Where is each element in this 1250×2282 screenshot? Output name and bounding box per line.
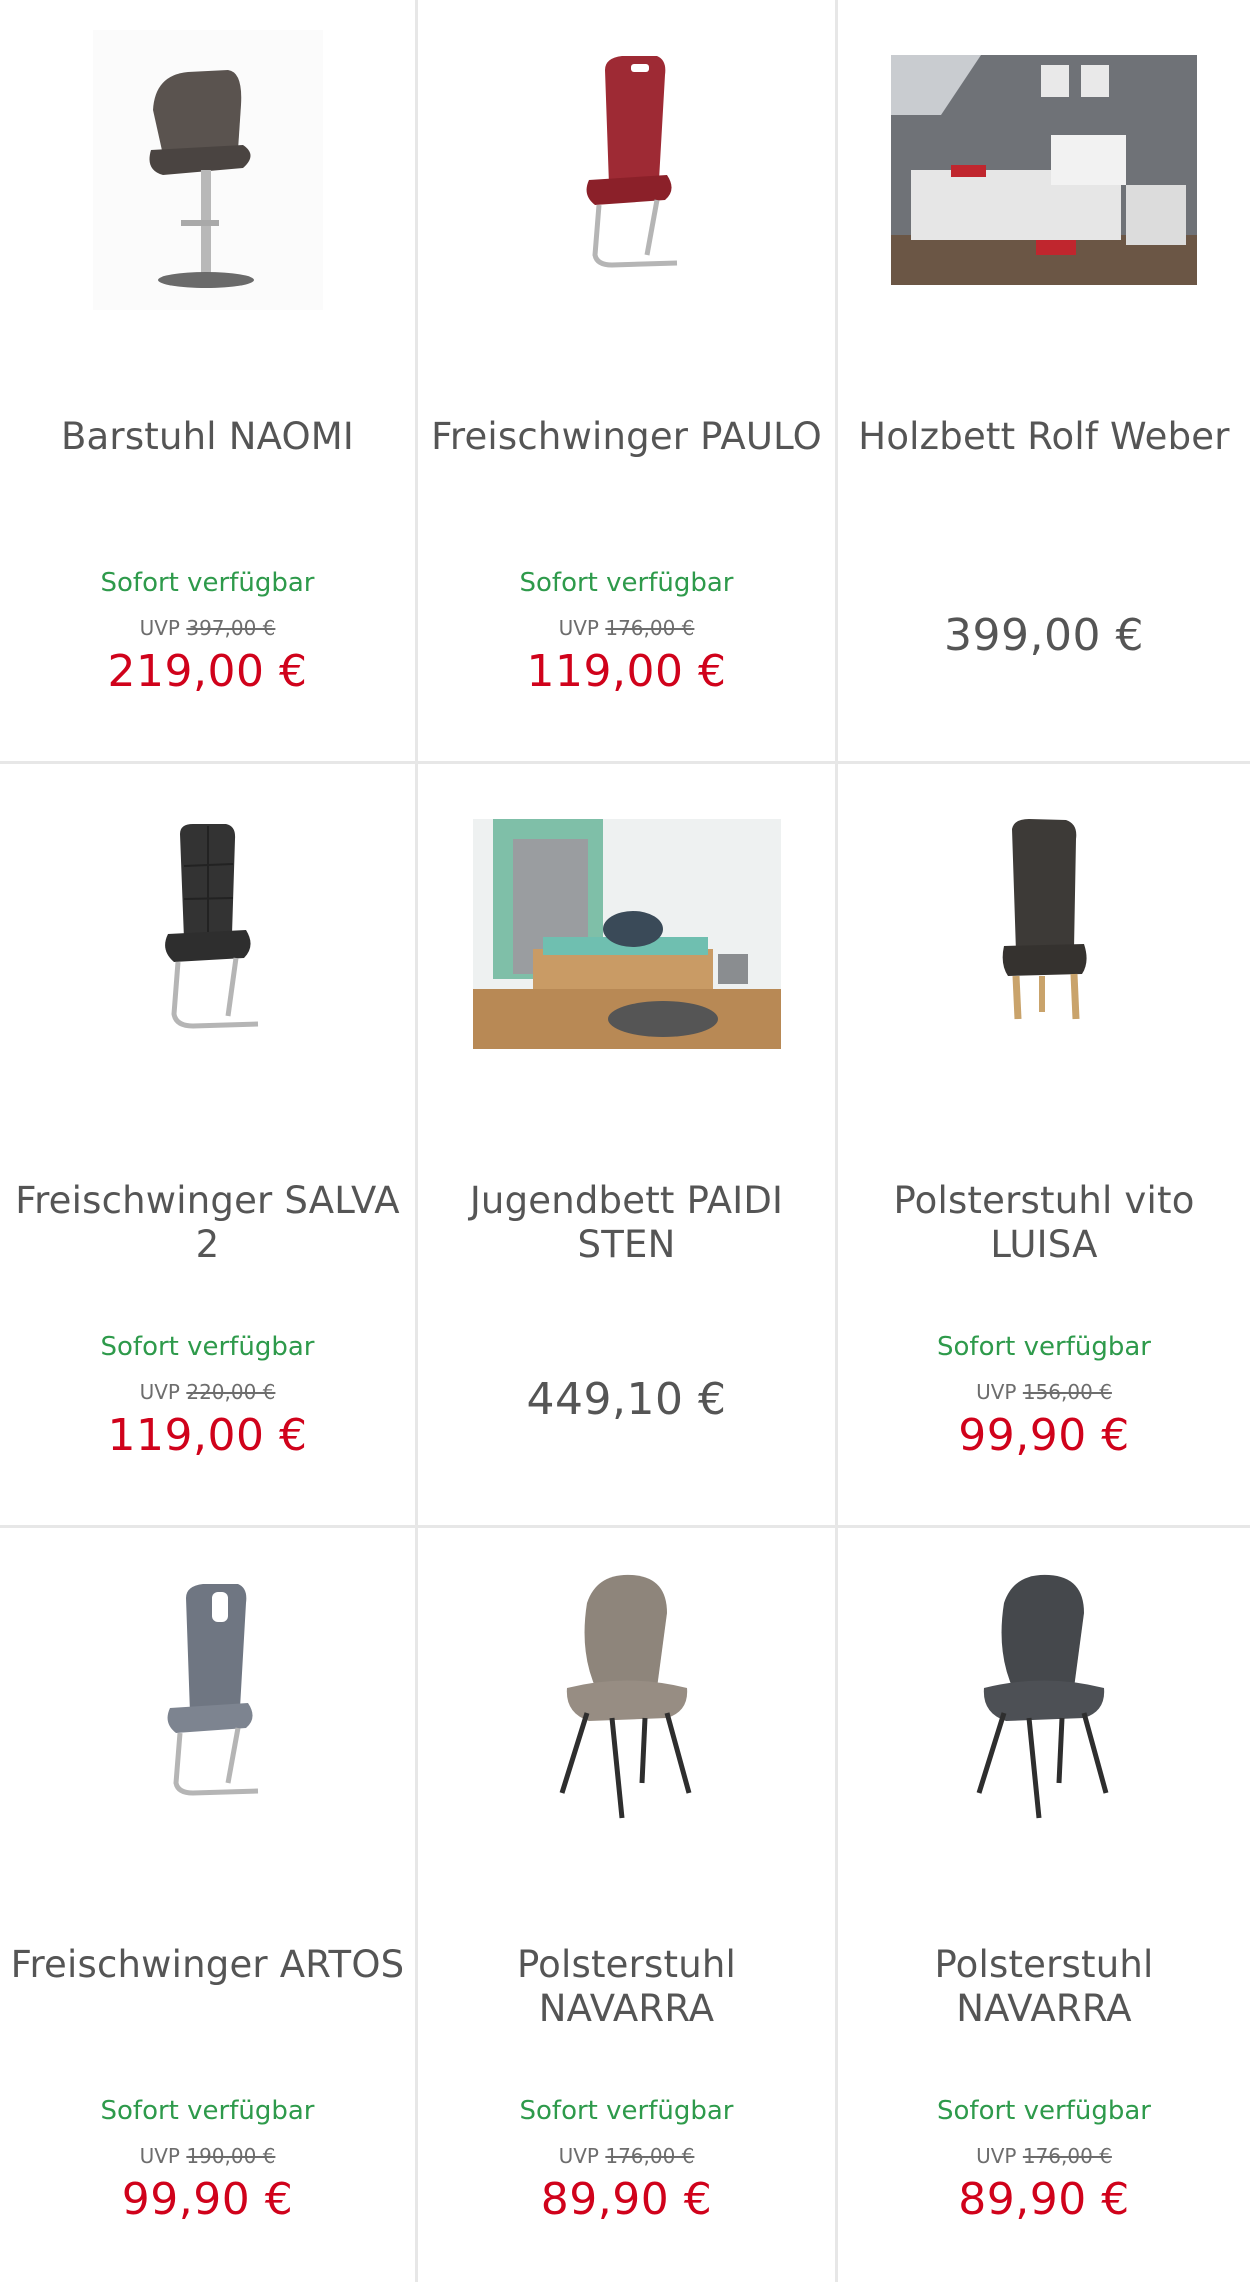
product-title[interactable]: Jugendbett PAIDI STEN [428, 1179, 825, 1267]
high-back-upholstered-chair-image [1002, 819, 1087, 1020]
sale-price: 119,00 € [526, 646, 727, 697]
sale-price: 99,90 € [121, 2174, 294, 2225]
availability-status: Sofort verfügbar [100, 2096, 315, 2126]
product-card[interactable]: Freischwinger PAULO Sofort verfügbar UVP… [418, 0, 838, 764]
product-title[interactable]: Freischwinger ARTOS [10, 1943, 405, 1987]
sale-price: 99,90 € [958, 1410, 1130, 1461]
product-image[interactable] [838, 804, 1250, 1064]
uvp-price: UVP 397,00 € [139, 616, 276, 640]
taupe-upholstered-chair-image [559, 1574, 691, 1819]
product-title[interactable]: Freischwinger PAULO [428, 415, 825, 459]
product-title[interactable]: Barstuhl NAOMI [10, 415, 405, 459]
product-title[interactable]: Polsterstuhl NAVARRA [848, 1943, 1240, 2031]
product-title[interactable]: Polsterstuhl vito LUISA [848, 1179, 1240, 1267]
sale-price: 89,90 € [958, 2174, 1130, 2225]
availability-status: Sofort verfügbar [937, 2096, 1151, 2126]
availability-status: Sofort verfügbar [519, 568, 734, 598]
availability-status: Sofort verfügbar [100, 568, 315, 598]
product-card[interactable]: Freischwinger SALVA 2 Sofort verfügbar U… [0, 764, 418, 1528]
price: 399,00 € [944, 610, 1144, 661]
product-title[interactable]: Polsterstuhl NAVARRA [428, 1943, 825, 2031]
uvp-price: UVP 156,00 € [976, 1380, 1112, 1404]
uvp-price: UVP 190,00 € [139, 2144, 276, 2168]
product-card[interactable]: Holzbett Rolf Weber 399,00 € [838, 0, 1250, 764]
product-card[interactable]: Freischwinger ARTOS Sofort verfügbar UVP… [0, 1528, 418, 2282]
red-cantilever-chair-image [586, 56, 677, 268]
product-image[interactable] [838, 40, 1250, 300]
uvp-price: UVP 176,00 € [558, 616, 695, 640]
youth-bedroom-photo-image [472, 819, 781, 1049]
uvp-price: UVP 176,00 € [976, 2144, 1112, 2168]
product-card[interactable]: Polsterstuhl vito LUISA Sofort verfügbar… [838, 764, 1250, 1528]
product-card[interactable]: Barstuhl NAOMI Sofort verfügbar UVP 397,… [0, 0, 418, 764]
product-title[interactable]: Freischwinger SALVA 2 [10, 1179, 405, 1267]
black-cantilever-chair-image [164, 824, 258, 1029]
sale-price: 119,00 € [107, 1410, 308, 1461]
uvp-price: UVP 220,00 € [139, 1380, 276, 1404]
grey-cantilever-chair-image [167, 1584, 258, 1796]
product-card[interactable]: Polsterstuhl NAVARRA Sofort verfügbar UV… [418, 1528, 838, 2282]
product-image[interactable] [418, 40, 835, 300]
product-image[interactable] [418, 804, 835, 1064]
product-image[interactable] [0, 1568, 415, 1828]
sale-price: 89,90 € [540, 2174, 713, 2225]
product-image[interactable] [0, 30, 415, 310]
product-title[interactable]: Holzbett Rolf Weber [848, 415, 1240, 459]
product-card[interactable]: Jugendbett PAIDI STEN 449,10 € [418, 764, 838, 1528]
availability-status: Sofort verfügbar [519, 2096, 734, 2126]
availability-status: Sofort verfügbar [100, 1332, 315, 1362]
anthracite-upholstered-chair-image [976, 1574, 1109, 1819]
product-image[interactable] [0, 804, 415, 1064]
product-image[interactable] [418, 1568, 835, 1828]
availability-status: Sofort verfügbar [937, 1332, 1151, 1362]
product-card[interactable]: Polsterstuhl NAVARRA Sofort verfügbar UV… [838, 1528, 1250, 2282]
product-grid: Barstuhl NAOMI Sofort verfügbar UVP 397,… [0, 0, 1250, 2282]
bedroom-photo-image [891, 55, 1197, 285]
price: 449,10 € [526, 1374, 727, 1425]
uvp-price: UVP 176,00 € [558, 2144, 695, 2168]
sale-price: 219,00 € [107, 646, 308, 697]
bar-stool-image [92, 30, 323, 310]
product-image[interactable] [838, 1568, 1250, 1828]
